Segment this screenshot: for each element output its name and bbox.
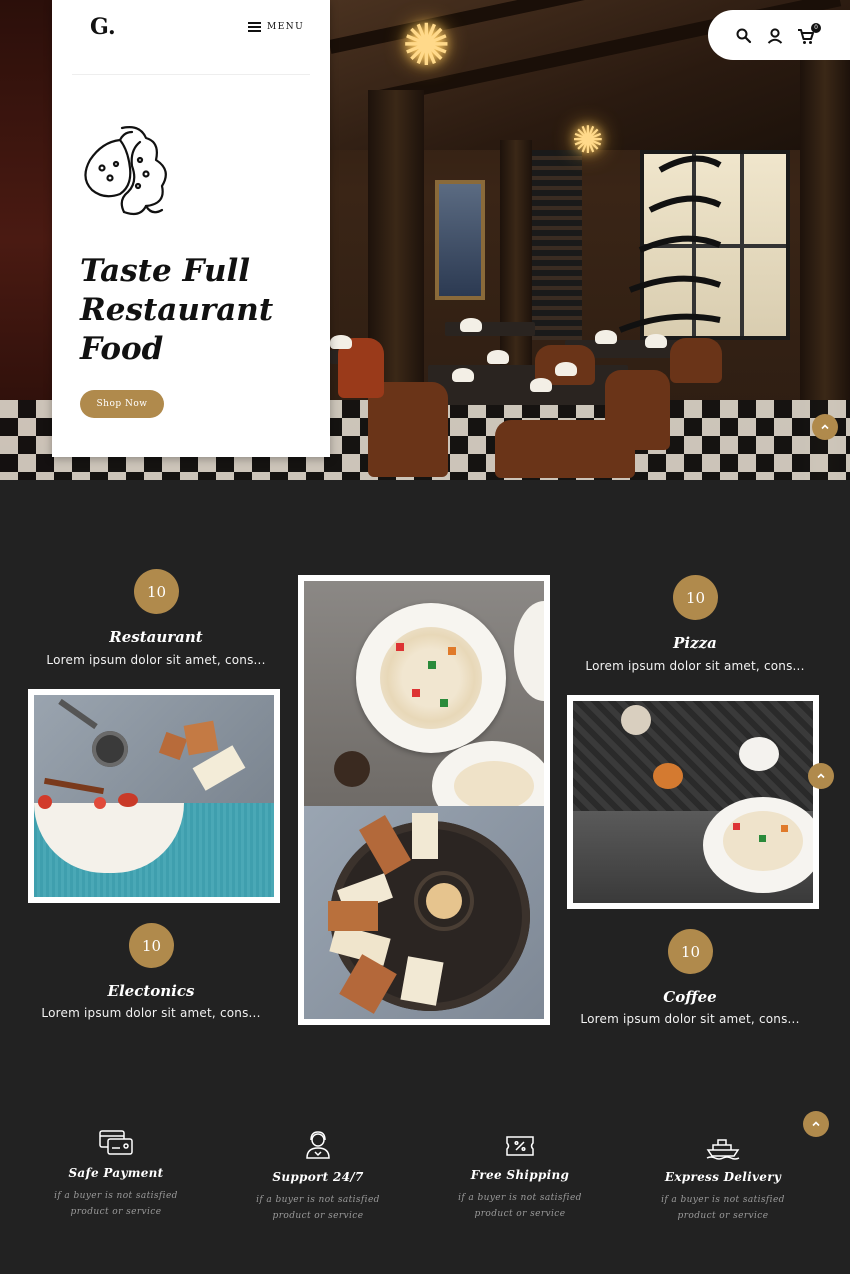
back-to-top-button[interactable] [803,1111,829,1137]
feature-description: if a buyer is not satisfied product or s… [238,1192,398,1224]
hero-painting [435,180,485,300]
hero-banner: ✺ ✺ G. MENU Taste Full Restaurant Food S… [0,0,850,480]
feature-desc-line: product or service [677,1211,769,1221]
chandelier-icon: ✺ [572,118,604,162]
category-title[interactable]: Pizza [565,634,825,652]
feature-description: if a buyer is not satisfied product or s… [440,1190,600,1222]
feature-title: Express Delivery [664,1170,782,1184]
feature-support: Support 24/7 if a buyer is not satisfied… [238,1130,398,1224]
ship-icon [706,1139,740,1160]
feature-desc-line: product or service [272,1211,364,1221]
feature-description: if a buyer is not satisfied product or s… [643,1192,803,1224]
hero-napkin [330,335,352,349]
hero-card: G. MENU Taste Full Restaurant Food Shop … [52,0,330,457]
chevron-up-icon [812,1121,820,1127]
category-title[interactable]: Electonics [21,982,281,1000]
feature-description: if a buyer is not satisfied product or s… [36,1188,196,1220]
site-logo[interactable]: G. [90,14,116,40]
hero-napkin [530,378,552,392]
feature-title: Safe Payment [68,1166,164,1180]
count-badge: 10 [134,569,179,614]
shop-now-button[interactable]: Shop Now [80,390,164,418]
category-description: Lorem ipsum dolor sit amet, cons... [41,1006,261,1020]
hero-napkin [452,368,474,382]
carousel-next-button[interactable] [808,763,834,789]
hero-wine-rack [532,150,582,340]
feature-desc-line: product or service [70,1207,162,1217]
credit-card-icon [99,1130,133,1155]
count-badge: 10 [668,929,713,974]
category-image-pizza[interactable] [567,695,819,909]
discount-ticket-icon [506,1136,534,1156]
feature-safe-payment: Safe Payment if a buyer is not satisfied… [36,1128,196,1220]
category-description: Lorem ipsum dolor sit amet, cons... [46,653,266,667]
header-utilities: 0 [708,10,850,60]
chevron-up-icon [817,773,825,779]
menu-label: MENU [267,22,305,32]
divider [72,74,310,75]
hero-title-line: Taste Full [80,253,251,289]
hero-napkin [645,334,667,348]
hero-napkin [460,318,482,332]
category-title[interactable]: Coffee [560,988,820,1006]
food-illustration-icon [84,126,167,216]
hero-title-line: Restaurant [80,292,274,328]
hero-napkin [487,350,509,364]
feature-desc-line: if a buyer is not satisfied [458,1193,582,1203]
feature-free-shipping: Free Shipping if a buyer is not satisfie… [440,1134,600,1222]
feature-desc-line: if a buyer is not satisfied [256,1195,380,1205]
menu-button[interactable]: MENU [248,22,304,32]
search-icon[interactable] [734,26,754,46]
hero-title: Taste Full Restaurant Food [80,252,320,369]
feature-desc-line: if a buyer is not satisfied [661,1195,785,1205]
user-icon[interactable] [765,26,785,46]
hero-title-line: Food [80,331,164,367]
feature-desc-line: if a buyer is not satisfied [54,1191,178,1201]
scroll-up-button[interactable] [812,414,838,440]
hamburger-icon [248,22,261,32]
category-description: Lorem ipsum dolor sit amet, cons... [580,1012,800,1026]
chandelier-icon: ✺ [402,11,451,79]
hero-napkin [595,330,617,344]
hero-chair [670,338,722,383]
count-badge: 10 [673,575,718,620]
hero-table [445,322,535,336]
feature-desc-line: product or service [474,1209,566,1219]
cart-count-badge: 0 [811,23,821,33]
spiral-staircase [618,155,722,333]
support-agent-icon [306,1131,330,1159]
feature-express-delivery: Express Delivery if a buyer is not satis… [643,1136,803,1224]
category-title[interactable]: Restaurant [26,628,286,646]
feature-title: Free Shipping [470,1168,570,1182]
category-image-featured[interactable] [298,575,550,1025]
hero-chair [605,370,670,450]
count-badge: 10 [129,923,174,968]
hero-napkin [555,362,577,376]
category-description: Lorem ipsum dolor sit amet, cons... [585,659,805,673]
chevron-up-icon [821,424,829,430]
feature-title: Support 24/7 [272,1170,364,1184]
category-image-restaurant[interactable] [28,689,280,903]
